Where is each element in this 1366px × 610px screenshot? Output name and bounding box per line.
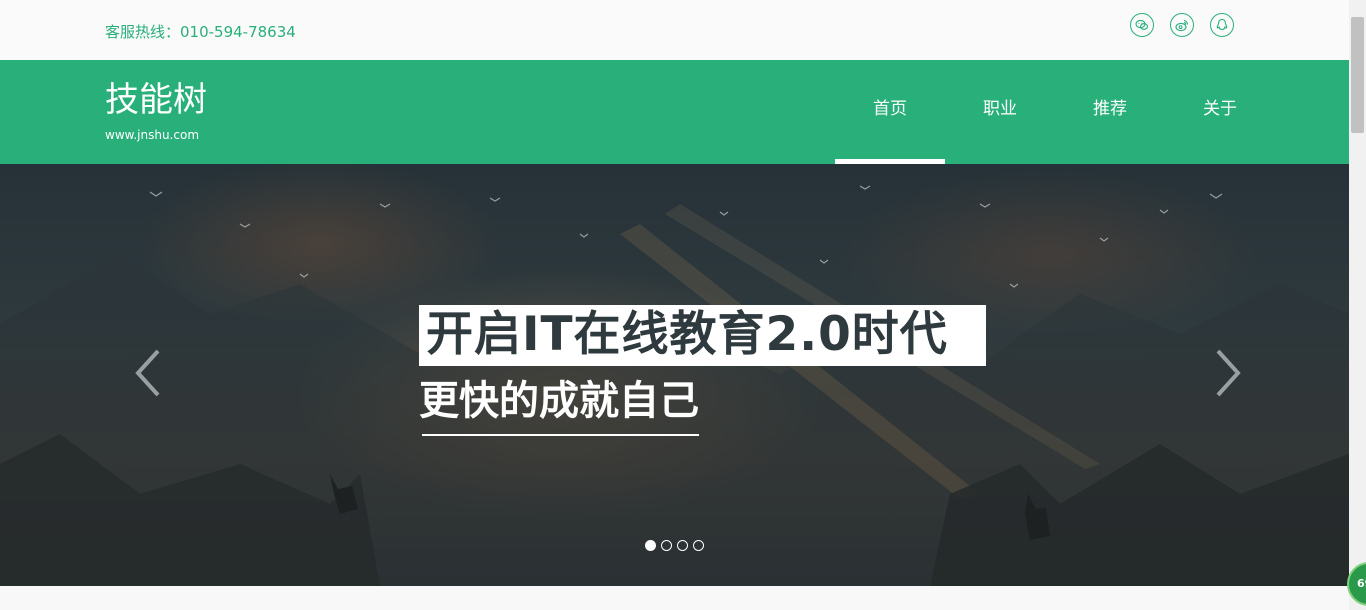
floating-badge-text: 69 [1357,577,1366,590]
nav-item-career[interactable]: 职业 [945,60,1055,164]
nav-item-home[interactable]: 首页 [835,60,945,164]
carousel-prev-button[interactable] [134,348,164,398]
nav-item-label: 关于 [1203,99,1237,119]
subline-underline [422,434,699,436]
hero-headline: 开启IT在线教育2.0时代 [426,307,948,362]
weibo-icon[interactable] [1170,13,1194,37]
carousel-next-button[interactable] [1212,348,1242,398]
carousel-dot-2[interactable] [661,540,672,551]
hero-subline: 更快的成就自己 [419,378,699,424]
nav-item-label: 首页 [873,99,907,119]
nav-item-about[interactable]: 关于 [1165,60,1275,164]
main-navbar: 技能树 www.jnshu.com 首页 职业 推荐 关于 [0,60,1349,164]
site-logo[interactable]: 技能树 [105,80,207,120]
carousel-dot-4[interactable] [693,540,704,551]
hotline-text: 客服热线：010-594-78634 [105,23,296,41]
hero-carousel: 开启IT在线教育2.0时代 更快的成就自己 [0,164,1349,586]
chevron-left-icon [135,349,160,397]
nav-item-label: 职业 [983,99,1017,119]
nav-item-label: 推荐 [1093,99,1127,119]
top-bar: 客服热线：010-594-78634 [0,0,1349,60]
carousel-dot-3[interactable] [677,540,688,551]
site-url: www.jnshu.com [105,128,200,142]
carousel-dot-1[interactable] [645,540,656,551]
wechat-icon[interactable] [1130,13,1154,37]
chevron-right-icon [1216,349,1241,397]
hero-background-art [0,185,1349,586]
qq-icon[interactable] [1210,13,1234,37]
scrollbar-thumb[interactable] [1351,17,1364,133]
nav-item-recommend[interactable]: 推荐 [1055,60,1165,164]
